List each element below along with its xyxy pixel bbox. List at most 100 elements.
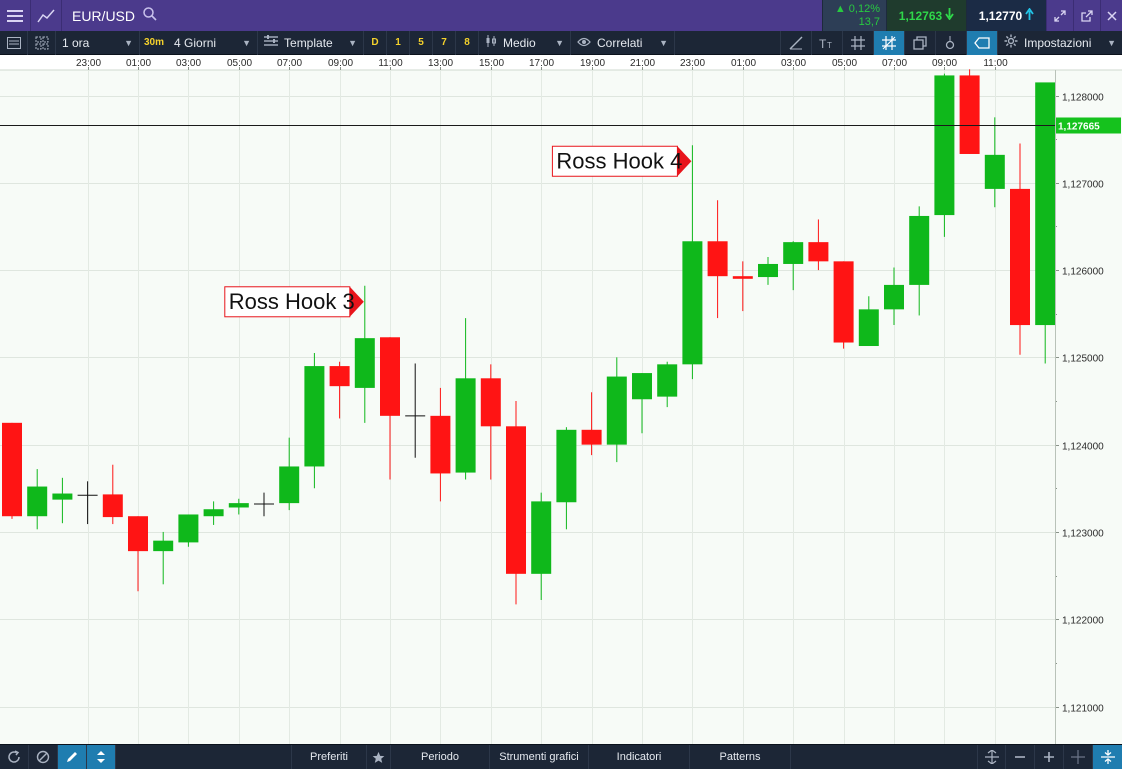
candle bbox=[758, 256, 778, 285]
disable-icon[interactable] bbox=[29, 744, 58, 769]
popout-icon[interactable] bbox=[1073, 0, 1100, 31]
interval-tag[interactable]: 30m bbox=[140, 31, 168, 55]
candle bbox=[682, 145, 703, 380]
sell-price-button[interactable]: 1,12763 bbox=[886, 0, 966, 31]
settings-label: Impostazioni bbox=[1024, 35, 1092, 50]
pencil-icon[interactable] bbox=[58, 744, 87, 769]
drawing-tools-tab[interactable]: Strumenti grafici bbox=[490, 744, 589, 769]
candle bbox=[632, 373, 652, 434]
candle-body bbox=[707, 241, 728, 277]
candle-body bbox=[556, 429, 577, 503]
candle bbox=[480, 364, 501, 480]
windows-icon[interactable] bbox=[904, 30, 935, 55]
settings-select[interactable]: Impostazioni ▼ bbox=[997, 30, 1122, 55]
magnet-icon[interactable] bbox=[935, 30, 966, 55]
svg-text:T: T bbox=[827, 41, 832, 49]
interval-select[interactable]: 1 ora ▼ bbox=[56, 30, 140, 55]
price-tag-icon[interactable] bbox=[966, 30, 997, 55]
candle bbox=[455, 318, 476, 480]
period-tab[interactable]: Periodo bbox=[391, 744, 490, 769]
menu-icon[interactable] bbox=[0, 0, 31, 31]
candle-body bbox=[354, 338, 375, 388]
candle-body bbox=[581, 429, 602, 445]
crosshair-grid-icon[interactable] bbox=[873, 30, 904, 55]
collapse-icon[interactable] bbox=[1093, 744, 1122, 769]
close-icon[interactable] bbox=[1100, 0, 1122, 31]
candle-body bbox=[808, 242, 829, 262]
candle bbox=[203, 501, 224, 525]
price-change-percent: ▲ 0,12% bbox=[834, 2, 880, 15]
template-label: Template bbox=[284, 35, 333, 50]
star-icon[interactable] bbox=[367, 744, 391, 769]
candle bbox=[808, 219, 829, 271]
sort-arrows-icon[interactable] bbox=[87, 744, 116, 769]
correlated-select[interactable]: Correlati ▼ bbox=[571, 30, 676, 55]
candle bbox=[707, 200, 728, 319]
crosshair-icon[interactable] bbox=[1064, 744, 1093, 769]
x-tick-label: 13:00 bbox=[428, 58, 453, 69]
x-tick-label: 09:00 bbox=[932, 58, 957, 69]
candle-body bbox=[682, 241, 703, 365]
instrument-selector[interactable]: EUR/USD bbox=[62, 0, 167, 31]
x-tick-label: 05:00 bbox=[832, 58, 857, 69]
timeframe-d-button[interactable]: D bbox=[364, 30, 388, 55]
y-tick-label: 1,126000 bbox=[1062, 267, 1104, 278]
zoom-in-icon[interactable] bbox=[1035, 744, 1064, 769]
candlestick-chart[interactable]: 23:00 01:00 03:00 05:00 07:00 09:00 11:00 13:00… bbox=[0, 55, 1122, 744]
line-chart-icon[interactable] bbox=[31, 0, 62, 31]
template-select[interactable]: Template ▼ bbox=[258, 30, 365, 55]
y-axis: 1,128000 1,127000 1,126000 1,125000 1,124000… bbox=[1055, 70, 1104, 744]
timeframe-1-button[interactable]: 1 bbox=[387, 30, 411, 55]
price-chart[interactable]: 23:00 01:00 03:00 05:00 07:00 09:00 11:00 13:00… bbox=[0, 55, 1122, 744]
period-select[interactable]: 4 Giorni ▼ bbox=[168, 30, 259, 55]
timeframe-5-button[interactable]: 5 bbox=[410, 30, 434, 55]
candle bbox=[506, 401, 526, 605]
timeframe-7-button[interactable]: 7 bbox=[433, 30, 457, 55]
indicators-tab[interactable]: Indicatori bbox=[589, 744, 690, 769]
timeframe-8-button[interactable]: 8 bbox=[456, 30, 480, 55]
arrow-down-icon bbox=[945, 8, 954, 23]
gear-icon bbox=[1004, 34, 1018, 51]
candle bbox=[934, 73, 955, 237]
grid-icon[interactable] bbox=[842, 30, 873, 55]
refresh-icon[interactable] bbox=[0, 744, 29, 769]
favorites-tab[interactable]: Preferiti bbox=[291, 744, 367, 769]
candle bbox=[153, 531, 174, 585]
candle-body bbox=[203, 509, 224, 517]
candle-body bbox=[455, 378, 476, 473]
candle bbox=[52, 477, 73, 524]
trendline-icon[interactable] bbox=[780, 30, 811, 55]
candle bbox=[858, 296, 879, 347]
period-value: 4 Giorni bbox=[174, 35, 217, 50]
candle-body bbox=[329, 366, 350, 387]
zoom-out-icon[interactable] bbox=[1006, 744, 1035, 769]
search-icon[interactable] bbox=[143, 7, 157, 24]
buy-price-button[interactable]: 1,12770 bbox=[966, 0, 1046, 31]
layout-grid-icon[interactable] bbox=[28, 30, 56, 55]
candle-body bbox=[1035, 82, 1056, 326]
annotation-label: Ross Hook 4 bbox=[556, 148, 682, 173]
candle-body bbox=[783, 242, 804, 264]
candle bbox=[254, 492, 274, 517]
x-tick-label: 17:00 bbox=[529, 58, 554, 69]
candle bbox=[128, 516, 148, 592]
hide-panel-icon[interactable] bbox=[0, 30, 28, 55]
candle bbox=[430, 387, 451, 502]
candle bbox=[732, 261, 753, 312]
y-tick-label: 1,123000 bbox=[1062, 529, 1104, 540]
patterns-tab[interactable]: Patterns bbox=[690, 744, 791, 769]
candle bbox=[657, 361, 678, 408]
minimize-icon[interactable] bbox=[1046, 0, 1073, 31]
text-size-icon[interactable]: TT bbox=[811, 30, 842, 55]
candle-body bbox=[380, 337, 400, 416]
candle-body bbox=[606, 376, 627, 445]
x-tick-label: 11:00 bbox=[983, 58, 1008, 69]
candle bbox=[279, 437, 300, 511]
chart-toolbar: 1 ora ▼ 30m 4 Giorni ▼ Template ▼ D 1 5 … bbox=[0, 30, 1122, 55]
fit-icon[interactable] bbox=[977, 744, 1006, 769]
title-bar: EUR/USD ▲ 0,12% 13,7 1,12763 1,12770 bbox=[0, 0, 1122, 31]
candle bbox=[556, 427, 577, 530]
chart-type-select[interactable]: Medio ▼ bbox=[479, 30, 572, 55]
x-tick-label: 21:00 bbox=[630, 58, 655, 69]
candle bbox=[606, 357, 627, 463]
